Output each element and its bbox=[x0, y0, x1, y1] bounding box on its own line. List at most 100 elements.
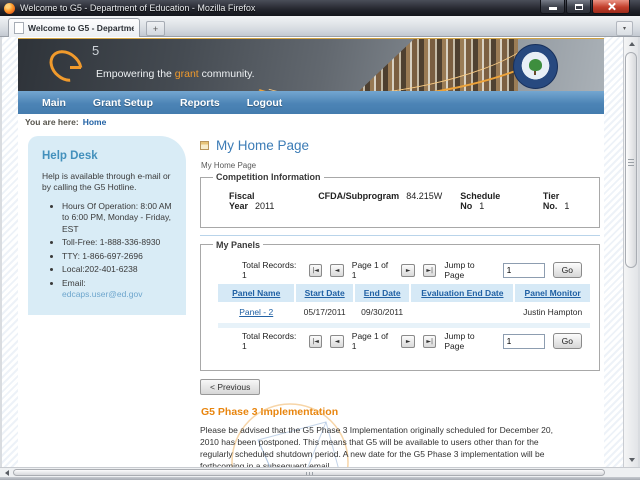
nav-item-main[interactable]: Main bbox=[42, 97, 66, 109]
help-desk-list: Hours Of Operation: 8:00 AM to 6:00 PM, … bbox=[40, 201, 177, 301]
scrollbar-grip-icon bbox=[309, 472, 310, 475]
first-page-button[interactable]: |◄ bbox=[308, 334, 323, 348]
last-page-button[interactable]: ►| bbox=[422, 263, 437, 277]
previous-button[interactable]: < Previous bbox=[200, 379, 261, 396]
go-button[interactable]: Go bbox=[552, 262, 582, 279]
minimize-button[interactable] bbox=[540, 0, 565, 14]
header-banner: 5 Empowering the grant community. bbox=[18, 38, 604, 92]
my-panels-fieldset: My Panels Total Records: 1 |◄ ◄ Page 1 o… bbox=[200, 239, 600, 372]
column-header-end-date[interactable]: End Date bbox=[354, 284, 410, 303]
tab-title: Welcome to G5 - Department of Edu... bbox=[28, 23, 134, 33]
help-desk-title: Help Desk bbox=[42, 150, 98, 162]
g5-logo-g-icon bbox=[43, 43, 89, 89]
firefox-icon bbox=[4, 2, 15, 14]
total-records: Total Records: 1 bbox=[242, 331, 297, 352]
g5-page: 5 Empowering the grant community. Main G… bbox=[18, 37, 604, 467]
horizontal-scrollbar[interactable] bbox=[0, 467, 640, 477]
jump-to-page-input[interactable] bbox=[502, 262, 545, 278]
email-link[interactable]: edcaps.user@ed.gov bbox=[62, 289, 177, 300]
first-page-button[interactable]: |◄ bbox=[308, 263, 323, 277]
go-button[interactable]: Go bbox=[552, 333, 582, 350]
next-page-button[interactable]: ► bbox=[401, 263, 415, 277]
pager-top: Total Records: 1 |◄ ◄ Page 1 of 1 ► ►| J… bbox=[218, 257, 582, 284]
g5-logo: 5 bbox=[43, 43, 118, 89]
jump-to-page-label: Jump to Page bbox=[444, 260, 475, 281]
maximize-icon bbox=[574, 3, 583, 10]
field-value: 1 bbox=[479, 200, 485, 211]
list-item: Toll-Free: 1-888-336-8930 bbox=[62, 237, 177, 248]
scroll-down-button[interactable] bbox=[624, 453, 639, 467]
column-header-panel-monitor[interactable]: Panel Monitor bbox=[515, 284, 590, 303]
field-label: CFDA/Subprogram bbox=[318, 190, 400, 201]
field-label: Fiscal Year bbox=[229, 190, 255, 211]
section-divider bbox=[200, 234, 600, 236]
window-titlebar: Welcome to G5 - Department of Education … bbox=[0, 0, 640, 16]
breadcrumb-home-link[interactable]: Home bbox=[83, 117, 107, 127]
vertical-scrollbar[interactable] bbox=[623, 37, 638, 467]
page-left-margin bbox=[2, 37, 18, 467]
my-panels-legend: My Panels bbox=[216, 239, 261, 250]
page-status: Page 1 of 1 bbox=[351, 331, 389, 352]
table-empty-row bbox=[218, 323, 590, 329]
close-button[interactable] bbox=[592, 0, 630, 14]
list-item: Hours Of Operation: 8:00 AM to 6:00 PM, … bbox=[62, 201, 177, 235]
jump-to-page-input[interactable] bbox=[502, 333, 545, 349]
horizontal-scrollbar-thumb[interactable] bbox=[13, 469, 605, 476]
tab-strip: Welcome to G5 - Department of Edu... + ▾ bbox=[0, 16, 640, 37]
prev-page-button[interactable]: ◄ bbox=[330, 263, 344, 277]
scroll-left-button[interactable] bbox=[1, 469, 12, 477]
tab-welcome-to-g5[interactable]: Welcome to G5 - Department of Edu... bbox=[8, 18, 140, 37]
nav-item-reports[interactable]: Reports bbox=[180, 97, 220, 109]
table-cell: Justin Hampton bbox=[523, 307, 583, 318]
panel-link[interactable]: Panel - 2 bbox=[218, 304, 294, 321]
field-label: Tier No. bbox=[542, 190, 560, 211]
notice-body: Please be advised that the G5 Phase 3 Im… bbox=[200, 425, 553, 467]
competition-information-fieldset: Competition Information Fiscal Year 2011 … bbox=[200, 172, 600, 228]
scrollbar-grip-icon bbox=[628, 159, 634, 160]
column-header-start-date[interactable]: Start Date bbox=[296, 284, 353, 303]
total-records: Total Records: 1 bbox=[242, 260, 297, 281]
minimize-icon bbox=[548, 7, 557, 10]
pager-bottom: Total Records: 1 |◄ ◄ Page 1 of 1 ► ►| J… bbox=[218, 328, 582, 355]
table-cell: 09/30/2011 bbox=[361, 307, 404, 318]
column-header-evaluation-end-date[interactable]: Evaluation End Date bbox=[411, 284, 514, 303]
field-value: 1 bbox=[564, 200, 570, 211]
list-tabs-button[interactable]: ▾ bbox=[616, 21, 633, 36]
scroll-down-icon bbox=[628, 458, 635, 462]
competition-legend: Competition Information bbox=[216, 172, 321, 182]
main-nav: Main Grant Setup Reports Logout bbox=[18, 91, 604, 114]
panels-table: Panel Name Start Date End Date Evaluatio… bbox=[218, 284, 590, 329]
list-item-email: Email: edcaps.user@ed.gov bbox=[62, 278, 177, 301]
table-cell: 05/17/2011 bbox=[303, 307, 346, 318]
nav-item-grant-setup[interactable]: Grant Setup bbox=[93, 97, 153, 109]
department-of-education-seal bbox=[513, 44, 558, 89]
page-status: Page 1 of 1 bbox=[351, 260, 389, 281]
tagline-grant-highlight: grant bbox=[174, 68, 199, 80]
phase3-notice: G5 Phase 3 Implementation Please be advi… bbox=[200, 403, 600, 467]
next-page-button[interactable]: ► bbox=[401, 334, 415, 348]
browser-window: Welcome to G5 - Department of Education … bbox=[0, 0, 640, 480]
breadcrumb-prefix: You are here: bbox=[25, 117, 79, 127]
field-value: 2011 bbox=[255, 200, 275, 211]
maximize-button[interactable] bbox=[566, 0, 591, 14]
close-icon bbox=[607, 2, 616, 11]
table-cell bbox=[411, 304, 513, 321]
column-header-panel-name[interactable]: Panel Name bbox=[218, 284, 295, 303]
help-desk-intro: Help is available through e-mail or by c… bbox=[42, 171, 171, 193]
scroll-up-button[interactable] bbox=[624, 37, 639, 51]
scroll-left-icon bbox=[4, 470, 9, 476]
nav-item-logout[interactable]: Logout bbox=[247, 97, 283, 109]
g5-logo-five: 5 bbox=[92, 43, 100, 58]
list-item: Local:202-401-6238 bbox=[62, 264, 177, 275]
prev-page-button[interactable]: ◄ bbox=[330, 334, 344, 348]
scroll-up-icon bbox=[628, 42, 635, 46]
field-value: 84.215W bbox=[406, 190, 443, 201]
vertical-scrollbar-thumb[interactable] bbox=[625, 52, 637, 268]
main-column: My Home Page My Home Page Competition In… bbox=[200, 130, 600, 467]
help-desk-panel: Help Desk Help is available through e-ma… bbox=[28, 136, 186, 315]
page-subtitle: My Home Page bbox=[201, 161, 257, 170]
new-tab-button[interactable]: + bbox=[146, 21, 165, 36]
seal-tree-icon bbox=[529, 58, 542, 75]
list-item: TTY: 1-866-697-2696 bbox=[62, 251, 177, 262]
last-page-button[interactable]: ►| bbox=[422, 334, 437, 348]
